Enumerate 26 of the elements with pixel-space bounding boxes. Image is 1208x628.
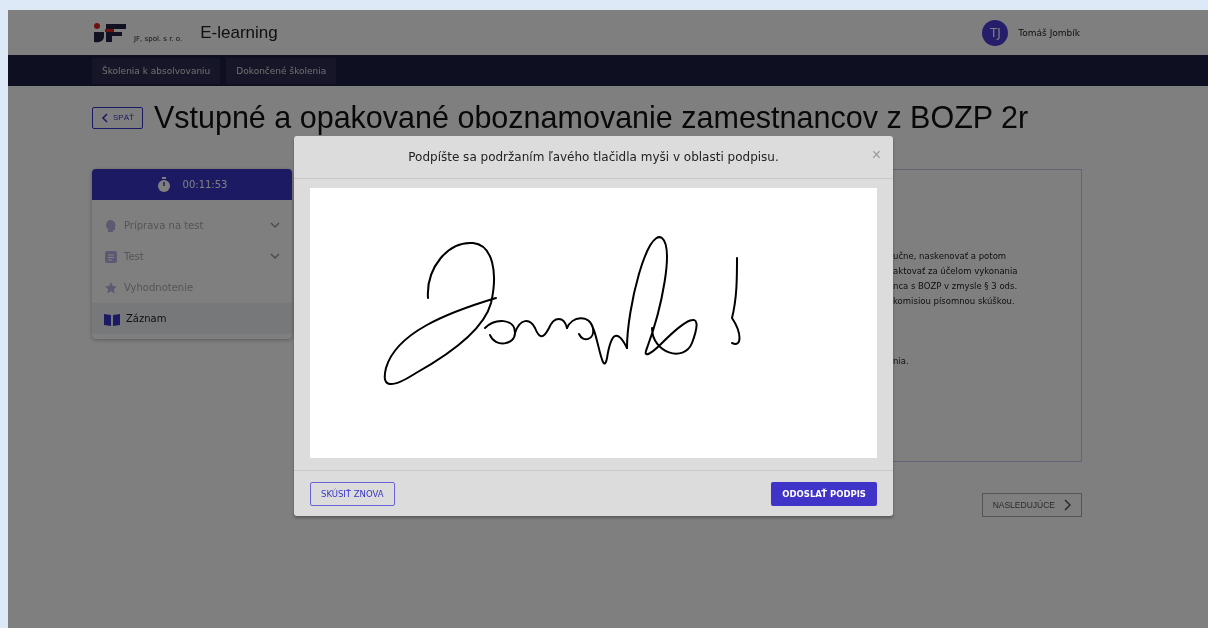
content-text: komisiou písomnou skúškou.	[893, 295, 1016, 308]
chevron-right-icon	[1063, 499, 1071, 511]
nav-tab[interactable]: Dokončené školenia	[226, 57, 337, 84]
sidebar-item[interactable]: Záznam	[92, 303, 292, 334]
close-button[interactable]: ×	[869, 146, 883, 164]
head-icon	[104, 218, 118, 233]
retry-button[interactable]: SKÚSIŤ ZNOVA	[310, 481, 395, 506]
book-icon	[104, 311, 120, 326]
content-text: aktovať za účelom vykonania	[893, 265, 1019, 278]
page-title: Vstupné a opakované oboznamovanie zamestnancov z BOZP 2r	[153, 100, 1029, 135]
back-button[interactable]: SPÄŤ	[92, 106, 143, 129]
document-icon	[104, 249, 118, 264]
star-icon	[104, 280, 118, 295]
user-avatar[interactable]: TJ	[982, 19, 1009, 46]
dialog-title: Podpíšte sa podržaním ľavého tlačidla myši v oblasti podpisu.	[408, 150, 779, 164]
nav-tab[interactable]: Školenia k absolvovaniu	[92, 57, 221, 84]
signature-pad[interactable]	[310, 188, 877, 458]
timer-text: 00:11:53	[182, 179, 228, 190]
content-text: nia.	[893, 355, 910, 368]
user-name[interactable]: Tomáš Jombík	[1018, 27, 1080, 38]
content-text: nca s BOZP v zmysle § 3 ods.	[893, 280, 1019, 293]
submit-button[interactable]: ODOSLAŤ PODPIS	[771, 481, 877, 506]
app-title: E-learning	[200, 22, 278, 43]
chevron-left-icon	[101, 112, 109, 123]
stopwatch-icon	[156, 177, 171, 192]
content-text: učne, naskenovať a potom	[893, 250, 1008, 263]
